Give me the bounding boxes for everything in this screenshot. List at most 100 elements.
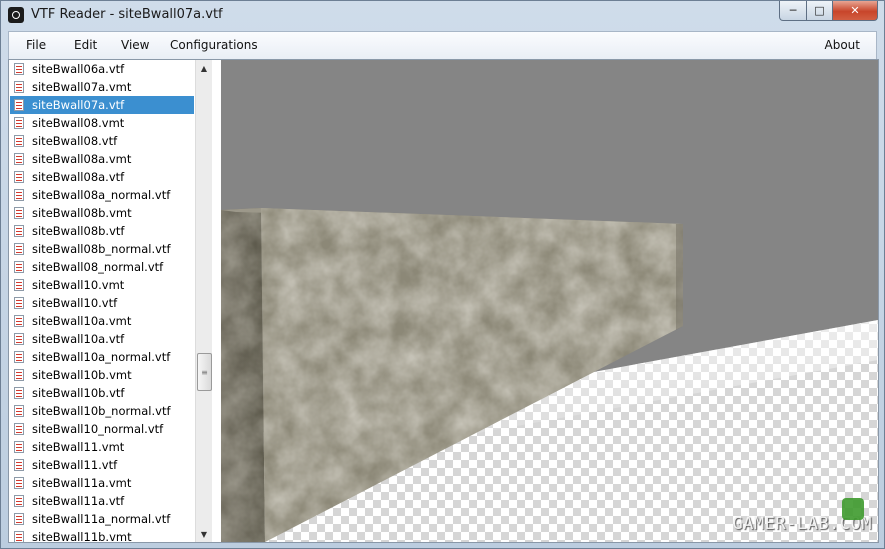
file-list-item[interactable]: siteBwall10_normal.vtf xyxy=(10,420,194,438)
scroll-down-arrow-icon[interactable]: ▼ xyxy=(196,526,212,542)
file-list-item[interactable]: siteBwall08_normal.vtf xyxy=(10,258,194,276)
menu-file[interactable]: File xyxy=(26,38,46,52)
file-name: siteBwall08b_normal.vtf xyxy=(32,242,171,256)
file-icon xyxy=(14,459,24,471)
file-icon xyxy=(14,81,24,93)
file-icon xyxy=(14,351,24,363)
file-list-item[interactable]: siteBwall11.vmt xyxy=(10,438,194,456)
file-icon xyxy=(14,315,24,327)
file-icon xyxy=(14,477,24,489)
file-name: siteBwall08a.vmt xyxy=(32,152,132,166)
file-list-item[interactable]: siteBwall10b.vmt xyxy=(10,366,194,384)
file-list-item[interactable]: siteBwall08a.vtf xyxy=(10,168,194,186)
file-name: siteBwall08.vtf xyxy=(32,134,118,148)
file-list-scrollbar[interactable]: ▲ ≡ ▼ xyxy=(195,60,212,542)
file-name: siteBwall11.vmt xyxy=(32,440,125,454)
file-list-item[interactable]: siteBwall11a_normal.vtf xyxy=(10,510,194,528)
file-list-item[interactable]: siteBwall11.vtf xyxy=(10,456,194,474)
file-icon xyxy=(14,387,24,399)
file-name: siteBwall07a.vmt xyxy=(32,80,132,94)
file-list-item[interactable]: siteBwall10a.vmt xyxy=(10,312,194,330)
file-name: siteBwall10b.vtf xyxy=(32,386,125,400)
minimize-button[interactable]: ─ xyxy=(779,1,807,21)
file-list-item[interactable]: siteBwall08b.vtf xyxy=(10,222,194,240)
maximize-button[interactable]: □ xyxy=(807,1,833,21)
file-list-item[interactable]: siteBwall07a.vmt xyxy=(10,78,194,96)
file-icon xyxy=(14,279,24,291)
file-name: siteBwall08a_normal.vtf xyxy=(32,188,171,202)
client-area: siteBwall11b.vmt siteBwall11a_normal.vtf s… xyxy=(8,59,879,543)
file-name: siteBwall08b.vmt xyxy=(32,206,132,220)
scroll-thumb[interactable]: ≡ xyxy=(197,353,212,391)
file-list-item[interactable]: siteBwall11b.vmt xyxy=(10,528,194,542)
file-icon xyxy=(14,153,24,165)
file-name: siteBwall06a.vtf xyxy=(32,62,125,76)
file-name: siteBwall08b.vtf xyxy=(32,224,125,238)
title-bar[interactable]: VTF Reader - siteBwall07a.vtf ─ □ ✕ xyxy=(1,1,884,31)
file-name: siteBwall11.vtf xyxy=(32,458,118,472)
file-list-item[interactable]: siteBwall08.vmt xyxy=(10,114,194,132)
file-name: siteBwall10a.vmt xyxy=(32,314,132,328)
camera-icon xyxy=(8,7,24,23)
file-name: siteBwall08a.vtf xyxy=(32,170,125,184)
file-icon xyxy=(14,441,24,453)
file-list-item[interactable]: siteBwall08a_normal.vtf xyxy=(10,186,194,204)
file-list-item[interactable]: siteBwall10b.vtf xyxy=(10,384,194,402)
file-name: siteBwall10a.vtf xyxy=(32,332,125,346)
file-icon xyxy=(14,63,24,75)
file-icon xyxy=(14,243,24,255)
file-icon xyxy=(14,405,24,417)
file-name: siteBwall11b.vmt xyxy=(32,530,132,542)
file-icon xyxy=(14,117,24,129)
file-list-item[interactable]: siteBwall10a_normal.vtf xyxy=(10,348,194,366)
scroll-up-arrow-icon[interactable]: ▲ xyxy=(196,60,212,76)
menu-configurations[interactable]: Configurations xyxy=(170,38,258,52)
close-button[interactable]: ✕ xyxy=(833,1,878,21)
file-icon xyxy=(14,531,24,542)
file-name: siteBwall11a.vtf xyxy=(32,494,125,508)
file-list[interactable]: siteBwall11b.vmt siteBwall11a_normal.vtf s… xyxy=(9,60,221,542)
file-icon xyxy=(14,225,24,237)
file-list-item[interactable]: siteBwall11a.vmt xyxy=(10,474,194,492)
window-title: VTF Reader - siteBwall07a.vtf xyxy=(31,7,223,22)
puzzle-logo-icon xyxy=(842,498,864,520)
file-icon xyxy=(14,261,24,273)
texture-viewport[interactable]: GAMER-LAB.COM xyxy=(221,60,878,542)
file-name: siteBwall07a.vtf xyxy=(32,98,125,112)
file-icon xyxy=(14,513,24,525)
file-list-item[interactable]: siteBwall07a.vtf xyxy=(10,96,194,114)
grip-icon: ≡ xyxy=(201,367,208,377)
file-name: siteBwall10b.vmt xyxy=(32,368,132,382)
file-list-item[interactable]: siteBwall08b.vmt xyxy=(10,204,194,222)
menu-view[interactable]: View xyxy=(121,38,149,52)
file-icon xyxy=(14,99,24,111)
menu-bar: File Edit View Configurations About xyxy=(8,31,877,59)
menu-edit[interactable]: Edit xyxy=(74,38,97,52)
file-list-item[interactable]: siteBwall10.vtf xyxy=(10,294,194,312)
file-icon xyxy=(14,135,24,147)
file-list-item[interactable]: siteBwall06a.vtf xyxy=(10,60,194,78)
file-name: siteBwall10_normal.vtf xyxy=(32,422,164,436)
file-icon xyxy=(14,207,24,219)
file-icon xyxy=(14,333,24,345)
file-name: siteBwall11a_normal.vtf xyxy=(32,512,171,526)
file-list-item[interactable]: siteBwall08.vtf xyxy=(10,132,194,150)
file-name: siteBwall10b_normal.vtf xyxy=(32,404,171,418)
file-name: siteBwall10.vmt xyxy=(32,278,125,292)
file-list-item[interactable]: siteBwall08a.vmt xyxy=(10,150,194,168)
file-icon xyxy=(14,369,24,381)
app-window: VTF Reader - siteBwall07a.vtf ─ □ ✕ File… xyxy=(0,0,885,549)
menu-about[interactable]: About xyxy=(825,38,860,52)
file-list-item[interactable]: siteBwall10b_normal.vtf xyxy=(10,402,194,420)
file-list-item[interactable]: siteBwall11a.vtf xyxy=(10,492,194,510)
file-name: siteBwall08_normal.vtf xyxy=(32,260,164,274)
file-list-item[interactable]: siteBwall10.vmt xyxy=(10,276,194,294)
file-list-item[interactable]: siteBwall10a.vtf xyxy=(10,330,194,348)
file-name: siteBwall10.vtf xyxy=(32,296,118,310)
file-list-item[interactable]: siteBwall08b_normal.vtf xyxy=(10,240,194,258)
file-name: siteBwall11a.vmt xyxy=(32,476,132,490)
window-controls: ─ □ ✕ xyxy=(779,1,878,21)
file-icon xyxy=(14,189,24,201)
file-icon xyxy=(14,423,24,435)
file-name: siteBwall08.vmt xyxy=(32,116,125,130)
